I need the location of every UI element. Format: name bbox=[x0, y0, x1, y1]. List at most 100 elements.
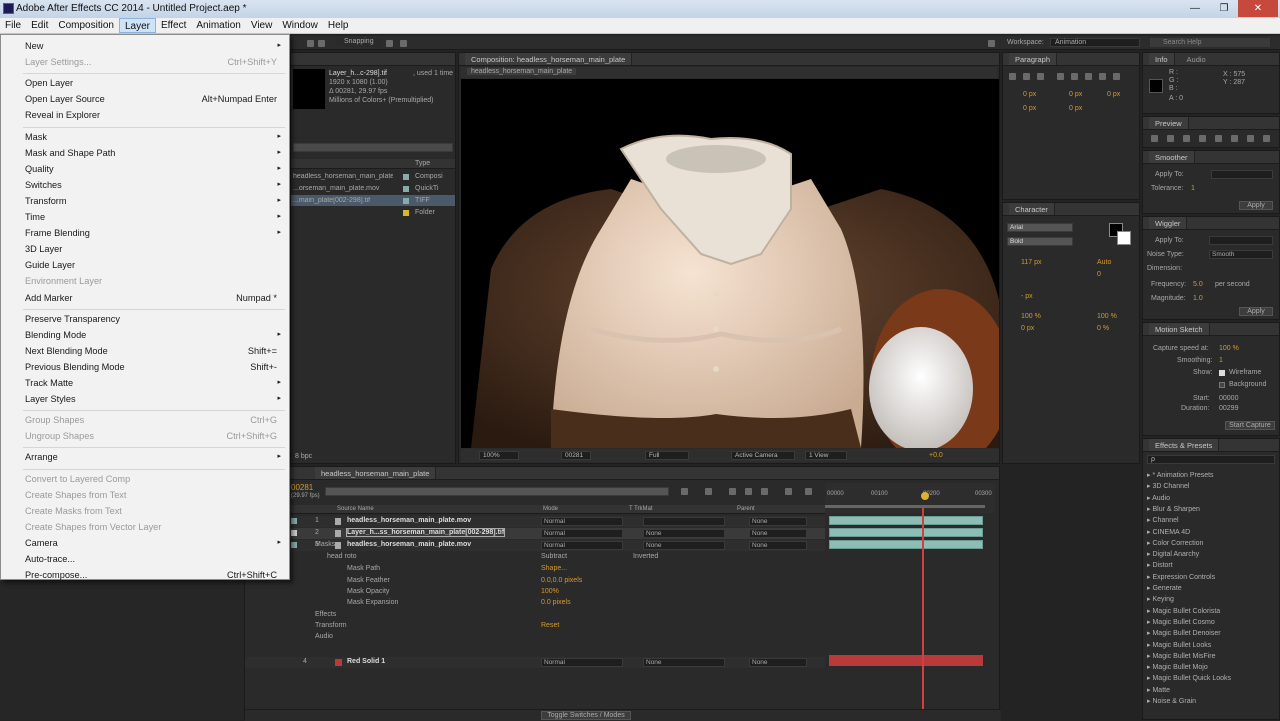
property-effects[interactable]: Effects bbox=[315, 611, 336, 618]
layer-menu-item-blending-mode[interactable]: Blending Mode ▸ bbox=[25, 328, 283, 342]
layer-name[interactable]: Red Solid 1 bbox=[347, 658, 385, 665]
vertical-scale[interactable]: 100 % bbox=[1021, 313, 1041, 320]
indent-right[interactable]: 0 px bbox=[1069, 91, 1082, 98]
menu-file[interactable]: File bbox=[0, 18, 26, 33]
comp-timecode[interactable]: 00281 bbox=[561, 451, 591, 460]
layer-menu-item-transform[interactable]: Transform ▸ bbox=[25, 194, 283, 208]
label-color-icon[interactable] bbox=[291, 530, 297, 536]
space-after[interactable]: 0 px bbox=[1069, 105, 1082, 112]
view-layout-select[interactable]: 1 View bbox=[805, 451, 847, 460]
noise-type-select[interactable]: Smooth bbox=[1209, 250, 1273, 259]
smoother-apply-to-select[interactable] bbox=[1211, 170, 1273, 179]
menu-layer[interactable]: Layer bbox=[118, 18, 156, 33]
justify-icon[interactable] bbox=[1085, 73, 1092, 80]
indent-first[interactable]: 0 px bbox=[1107, 91, 1120, 98]
effects-category[interactable]: ▸ Keying bbox=[1147, 595, 1174, 603]
property-value-mask-expansion[interactable]: 0.0 pixels bbox=[541, 599, 571, 606]
menu-window[interactable]: Window bbox=[277, 18, 323, 33]
align-center-icon[interactable] bbox=[1023, 73, 1030, 80]
justify-icon[interactable] bbox=[1071, 73, 1078, 80]
label-color-icon[interactable] bbox=[291, 542, 297, 548]
toggle-switches-modes[interactable]: Toggle Switches / Modes bbox=[541, 711, 631, 720]
effects-category[interactable]: ▸ Magic Bullet Looks bbox=[1147, 641, 1211, 649]
project-item[interactable]: headless_horseman_main_plate Composi bbox=[291, 171, 455, 182]
magnitude-value[interactable]: 1.0 bbox=[1193, 295, 1203, 302]
layer-menu-item-3d-layer[interactable]: 3D Layer bbox=[25, 242, 283, 256]
layer-menu-item-mask[interactable]: Mask ▸ bbox=[25, 130, 283, 144]
layer-menu-item-frame-blending[interactable]: Frame Blending ▸ bbox=[25, 226, 283, 240]
layer-name[interactable]: Layer_h...ss_horseman_main_plate[002-298… bbox=[345, 528, 506, 537]
layer-menu-item-quality[interactable]: Quality ▸ bbox=[25, 162, 283, 176]
snap-icon[interactable] bbox=[400, 40, 407, 47]
layer-menu-item-camera[interactable]: Camera ▸ bbox=[25, 536, 283, 550]
effects-category[interactable]: ▸ Audio bbox=[1147, 494, 1170, 502]
trkmat-select[interactable] bbox=[643, 517, 725, 526]
property-value-mask-opacity[interactable]: 100% bbox=[541, 588, 559, 595]
justify-icon[interactable] bbox=[1057, 73, 1064, 80]
parent-select[interactable]: None bbox=[749, 529, 807, 538]
effects-category[interactable]: ▸ Magic Bullet MisFire bbox=[1147, 652, 1215, 660]
camera-select[interactable]: Active Camera bbox=[731, 451, 795, 460]
audio-tab[interactable]: Audio bbox=[1187, 55, 1206, 64]
property-masks[interactable]: Masks bbox=[315, 541, 335, 548]
layer-menu-item-mask-and-shape-path[interactable]: Mask and Shape Path ▸ bbox=[25, 146, 283, 160]
layer-menu-item-guide-layer[interactable]: Guide Layer bbox=[25, 258, 283, 272]
property-value-transform[interactable]: Reset bbox=[541, 622, 559, 629]
layer-menu-item-reveal-in-explorer[interactable]: Reveal in Explorer bbox=[25, 108, 283, 122]
stroke-color-swatch[interactable] bbox=[1117, 231, 1131, 245]
frame-blending-icon[interactable] bbox=[745, 488, 752, 495]
effects-category[interactable]: ▸ Generate bbox=[1147, 584, 1182, 592]
baseline-shift[interactable]: 0 px bbox=[1021, 325, 1034, 332]
menu-effect[interactable]: Effect bbox=[156, 18, 191, 33]
effects-category[interactable]: ▸ Magic Bullet Colorista bbox=[1147, 607, 1220, 615]
trkmat-select[interactable]: None bbox=[643, 529, 725, 538]
start-capture-button[interactable]: Start Capture bbox=[1225, 421, 1275, 430]
layer-mode-select[interactable]: Normal bbox=[541, 529, 623, 538]
capture-speed[interactable]: 100 % bbox=[1219, 345, 1239, 352]
wireframe-checkbox[interactable] bbox=[1219, 370, 1225, 376]
trkmat-select[interactable]: None bbox=[643, 541, 725, 550]
menu-view[interactable]: View bbox=[246, 18, 278, 33]
trkmat-select[interactable]: None bbox=[643, 658, 725, 667]
property-value-mask1[interactable]: Subtract bbox=[541, 553, 567, 560]
preview-tab[interactable]: Preview bbox=[1149, 117, 1189, 129]
property-mask-path[interactable]: Mask Path bbox=[347, 565, 380, 572]
effects-category[interactable]: ▸ Channel bbox=[1147, 516, 1179, 524]
zoom-select[interactable]: 100% bbox=[479, 451, 519, 460]
effects-category[interactable]: ▸ CINEMA 4D bbox=[1147, 528, 1190, 536]
workspace-icon[interactable] bbox=[988, 40, 995, 47]
background-checkbox[interactable] bbox=[1219, 382, 1225, 388]
tool-icon[interactable] bbox=[307, 40, 314, 47]
composition-tab[interactable]: Composition: headless_horseman_main_plat… bbox=[465, 53, 633, 65]
menu-help[interactable]: Help bbox=[323, 18, 354, 33]
property-transform[interactable]: Transform bbox=[315, 622, 347, 629]
comp-mini-flowchart-icon[interactable] bbox=[681, 488, 688, 495]
audio-icon[interactable] bbox=[1231, 135, 1238, 142]
red-solid-track[interactable] bbox=[829, 655, 983, 666]
layer-menu-item-previous-blending-mode[interactable]: Previous Blending Mode Shift+- bbox=[25, 360, 283, 374]
layer-menu-item-auto-trace[interactable]: Auto-trace... bbox=[25, 552, 283, 566]
layer-duration-bar[interactable] bbox=[829, 516, 983, 525]
layer-row[interactable]: 1 headless_horseman_main_plate.mov Normal N… bbox=[245, 516, 825, 527]
hide-shy-icon[interactable] bbox=[729, 488, 736, 495]
layer-mode-select[interactable]: Normal bbox=[541, 541, 623, 550]
composition-viewer[interactable] bbox=[461, 79, 999, 448]
property-value-mask-feather[interactable]: 0.0,0.0 pixels bbox=[541, 577, 582, 584]
close-button[interactable]: ✕ bbox=[1238, 0, 1278, 17]
layer-menu-item-pre-compose[interactable]: Pre-compose... Ctrl+Shift+C bbox=[25, 568, 283, 582]
horizontal-scale[interactable]: 100 % bbox=[1097, 313, 1117, 320]
tracking[interactable]: 0 bbox=[1097, 271, 1101, 278]
snapping-toggle[interactable]: Snapping bbox=[336, 38, 381, 47]
project-item[interactable]: ...orseman_main_plate.mov QuickTi bbox=[291, 183, 455, 194]
time-ruler[interactable]: 00000 00100 00200 00300 bbox=[825, 483, 995, 513]
timeline-tab[interactable]: headless_horseman_main_plate bbox=[315, 467, 437, 479]
last-frame-icon[interactable] bbox=[1215, 135, 1222, 142]
current-time-indicator[interactable] bbox=[922, 507, 924, 717]
align-left-icon[interactable] bbox=[1009, 73, 1016, 80]
menu-edit[interactable]: Edit bbox=[26, 18, 53, 33]
frequency-value[interactable]: 5.0 bbox=[1193, 281, 1203, 288]
font-size[interactable]: 117 px bbox=[1021, 259, 1042, 266]
effects-category[interactable]: ▸ Magic Bullet Denoiser bbox=[1147, 629, 1221, 637]
layer-menu-item-open-layer[interactable]: Open Layer bbox=[25, 76, 283, 90]
property-audio[interactable]: Audio bbox=[315, 633, 333, 640]
